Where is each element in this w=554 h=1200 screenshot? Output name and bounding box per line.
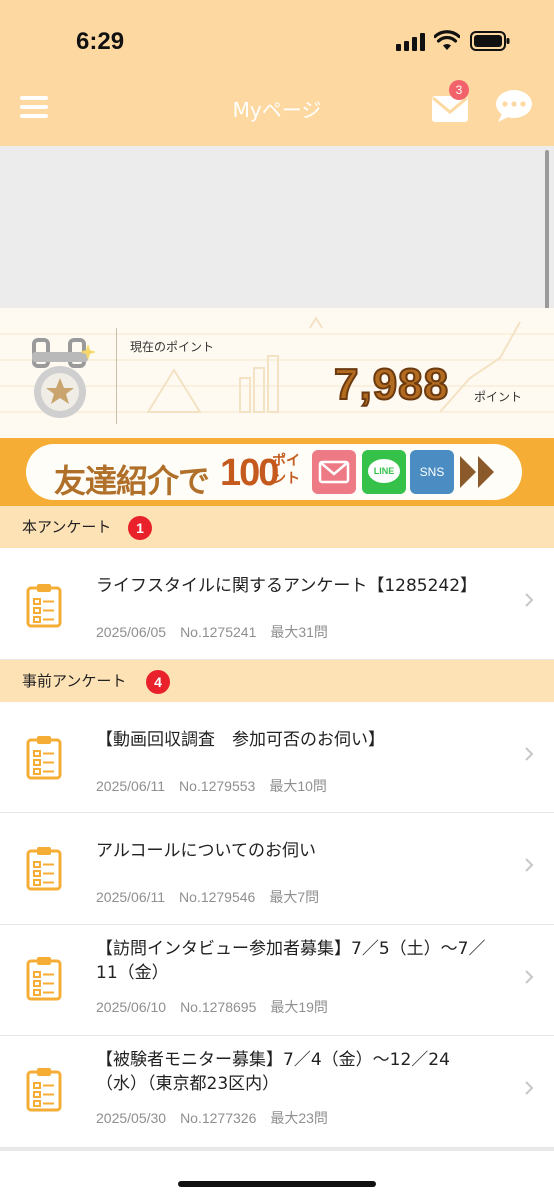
chevron-right-icon [525,1081,534,1095]
points-unit: ポイント [474,390,523,404]
clipboard-icon [26,584,62,628]
survey-title: ライフスタイルに関するアンケート【1285242】 [96,576,478,596]
survey-meta: 2025/06/11 No.1279553 最大10問 [96,778,327,794]
line-share-icon: LINE [362,450,406,494]
double-arrow-icon [460,456,494,488]
section-count-badge: 4 [146,670,170,694]
survey-item[interactable]: 【訪問インタビュー参加者募集】7／5（土）～7／11（金） 2025/06/10… [0,925,554,1036]
clipboard-icon [26,736,62,780]
survey-meta: 2025/05/30 No.1277326 最大23問 [96,1110,328,1126]
chevron-right-icon [525,970,534,984]
home-indicator[interactable] [178,1181,376,1187]
survey-item[interactable]: ライフスタイルに関するアンケート【1285242】 2025/06/05 No.… [0,548,554,660]
survey-meta: 2025/06/11 No.1279546 最大7問 [96,889,320,905]
sns-share-icon: SNS [410,450,454,494]
points-value: 7,988 [333,359,450,410]
points-divider [116,328,117,424]
referral-unit: ポイント [272,453,300,487]
section-label: 本アンケート [22,518,112,536]
survey-item[interactable]: 【動画回収調査 参加可否のお伺い】 2025/06/11 No.1279553 … [0,702,554,813]
ad-area [0,146,554,308]
survey-title: 【被験者モニター募集】7／4（金）～12／24（水）（東京都23区内） [96,1050,450,1094]
chat-bubble-icon[interactable] [494,88,534,124]
section-label: 事前アンケート [22,672,127,690]
mail-badge: 3 [449,80,469,100]
survey-item[interactable]: アルコールについてのお伺い 2025/06/11 No.1279546 最大7問 [0,813,554,925]
chevron-right-icon [525,858,534,872]
battery-icon [470,31,510,51]
clipboard-icon [26,847,62,891]
referral-text: 友達紹介で [54,462,210,500]
survey-meta: 2025/06/10 No.1278695 最大19問 [96,999,328,1015]
cellular-signal-icon [396,33,425,51]
status-bar: 6:29 [0,0,554,80]
line-label: LINE [368,459,400,483]
app-header: Myページ 3 [0,80,554,146]
survey-meta: 2025/06/05 No.1275241 最大31問 [96,624,328,640]
mail-share-icon [312,450,356,494]
status-time: 6:29 [76,28,125,55]
bottom-area [0,1148,554,1200]
referral-banner: 友達紹介で 100 ポイント LINE SNS [0,438,554,506]
section-header-pre-survey: 事前アンケート 4 [0,660,554,702]
section-header-main-survey: 本アンケート 1 [0,506,554,548]
clipboard-icon [26,1068,62,1112]
clipboard-icon [26,957,62,1001]
chevron-right-icon [525,747,534,761]
referral-amount: 100 [220,452,279,494]
page-title: Myページ [232,98,322,122]
medal-icon [32,338,96,418]
survey-item[interactable]: 【被験者モニター募集】7／4（金）～12／24（水）（東京都23区内） 2025… [0,1036,554,1148]
referral-banner-button[interactable]: 友達紹介で 100 ポイント LINE SNS [26,444,522,500]
points-label: 現在のポイント [130,340,215,354]
survey-title: 【動画回収調査 参加可否のお伺い】 [96,730,385,750]
section-count-badge: 1 [128,516,152,540]
survey-title: 【訪問インタビュー参加者募集】7／5（土）～7／11（金） [96,939,486,983]
wifi-icon [434,30,460,50]
chevron-right-icon [525,593,534,607]
survey-title: アルコールについてのお伺い [96,841,316,861]
points-panel: 現在のポイント 7,988 ポイント [0,308,554,438]
